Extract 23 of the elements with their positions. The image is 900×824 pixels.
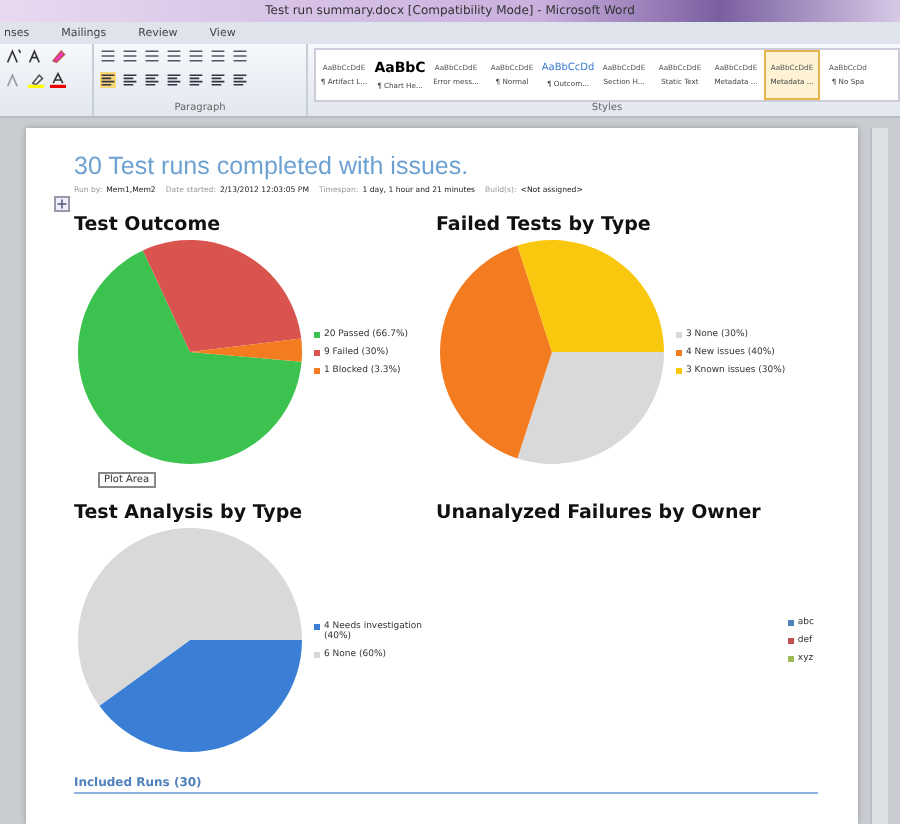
scrollbar[interactable] bbox=[870, 128, 888, 824]
legend-swatch bbox=[314, 367, 320, 373]
legend-swatch bbox=[314, 331, 320, 337]
change-case-icon[interactable] bbox=[28, 48, 44, 64]
legend-swatch bbox=[676, 367, 682, 373]
legend-swatch bbox=[314, 349, 320, 355]
legend-swatch bbox=[314, 623, 320, 629]
chart-title: Test Analysis by Type bbox=[74, 502, 303, 524]
legend-swatch bbox=[676, 331, 682, 337]
legend-swatch bbox=[314, 651, 320, 657]
align-left-icon[interactable] bbox=[100, 72, 116, 88]
table-move-handle[interactable] bbox=[54, 196, 70, 212]
align-center-icon[interactable] bbox=[122, 72, 138, 88]
chart-title: Failed Tests by Type bbox=[436, 214, 651, 236]
align-right-icon[interactable] bbox=[144, 72, 160, 88]
justify-icon[interactable] bbox=[166, 72, 182, 88]
document-heading: 30 Test runs completed with issues. bbox=[74, 152, 471, 180]
chart-title: Test Outcome bbox=[74, 214, 221, 236]
chart-title: Unanalyzed Failures by Owner bbox=[436, 502, 761, 524]
clear-format-icon[interactable] bbox=[50, 48, 66, 64]
highlight-icon[interactable] bbox=[28, 72, 44, 88]
font-color-icon[interactable] bbox=[50, 72, 66, 88]
legend-swatch bbox=[676, 349, 682, 355]
